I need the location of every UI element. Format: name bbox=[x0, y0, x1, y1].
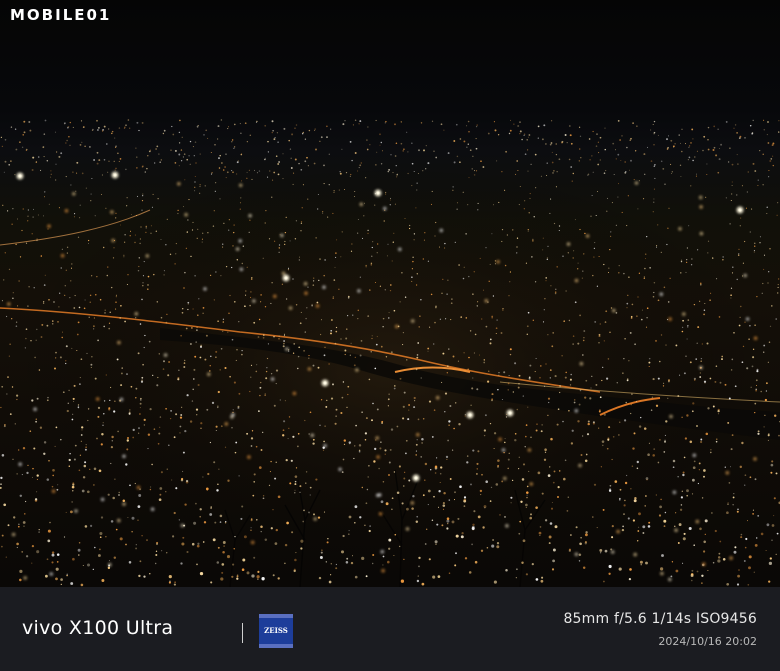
mobile01-watermark: MOBILE01 bbox=[10, 6, 112, 24]
capture-datetime: 2024/10/16 20:02 bbox=[658, 635, 757, 648]
zeiss-logo-text: ZEISS bbox=[264, 626, 288, 635]
zeiss-logo-icon: ZEISS bbox=[259, 614, 293, 648]
exposure-params: 85mm f/5.6 1/14s ISO9456 bbox=[563, 611, 757, 627]
city-lights-image bbox=[0, 119, 780, 587]
camera-info-bar: vivo X100 Ultra ZEISS 85mm f/5.6 1/14s I… bbox=[0, 587, 780, 671]
night-cityscape-photo: MOBILE01 bbox=[0, 0, 780, 587]
divider bbox=[242, 623, 243, 643]
camera-brand-label: vivo X100 Ultra bbox=[22, 617, 174, 639]
